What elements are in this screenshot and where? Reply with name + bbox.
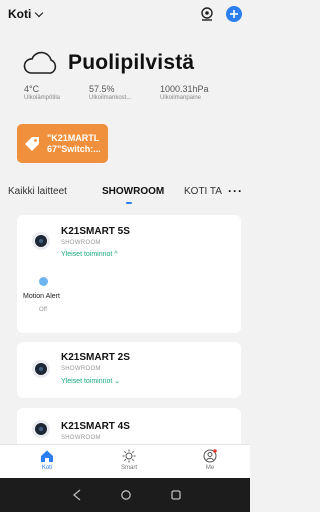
weather-condition: Puolipilvistä bbox=[68, 51, 195, 74]
back-icon[interactable] bbox=[72, 489, 82, 501]
bottom-navigation: Koti Smart Me bbox=[0, 444, 250, 478]
nav-smart-label: Smart bbox=[120, 465, 137, 471]
nav-me-label: Me bbox=[205, 465, 215, 471]
device-functions-toggle[interactable]: Yleiset toiminnot ⌄ bbox=[61, 377, 120, 385]
nav-home[interactable]: Koti bbox=[27, 449, 67, 471]
active-tab-indicator bbox=[126, 202, 132, 204]
outdoor-pressure: 1000.31hPa Ulkoilmanpaine bbox=[160, 84, 209, 101]
home-selector[interactable]: Koti bbox=[8, 7, 44, 21]
camera-icon bbox=[32, 420, 50, 438]
device-name: K21SMART 4S bbox=[61, 421, 130, 432]
device-card-k21smart-4s[interactable]: K21SMART 4S SHOWROOM bbox=[17, 408, 241, 444]
room-tabs: Kaikki laitteet SHOWROOM KOTI TA ··· bbox=[0, 184, 250, 204]
tag-icon bbox=[25, 136, 39, 151]
chevron-down-icon bbox=[35, 8, 44, 17]
more-tabs-button[interactable]: ··· bbox=[228, 184, 243, 198]
camera-icon bbox=[32, 360, 50, 378]
home-icon bbox=[41, 450, 53, 462]
device-room: SHOWROOM bbox=[61, 366, 101, 372]
tab-koti-ta[interactable]: KOTI TA bbox=[184, 186, 222, 197]
device-room: SHOWROOM bbox=[61, 435, 101, 441]
nav-home-label: Koti bbox=[41, 465, 53, 471]
scan-icon[interactable] bbox=[199, 6, 215, 22]
scene-card[interactable]: "K21MARTL 67"Switch:... bbox=[17, 124, 108, 163]
tab-showroom[interactable]: SHOWROOM bbox=[102, 186, 164, 197]
nav-me[interactable]: Me bbox=[190, 449, 230, 471]
system-home-icon[interactable] bbox=[121, 490, 131, 500]
sun-icon bbox=[122, 449, 136, 463]
device-name: K21SMART 2S bbox=[61, 352, 130, 363]
system-navigation-bar bbox=[0, 478, 250, 512]
device-room: SHOWROOM bbox=[61, 240, 101, 246]
device-card-k21smart-2s[interactable]: K21SMART 2S SHOWROOM Yleiset toiminnot ⌄ bbox=[17, 342, 241, 398]
motion-alert-value: Off bbox=[39, 307, 47, 313]
device-functions-toggle[interactable]: Yleiset toiminnot ^ bbox=[61, 251, 118, 258]
add-device-icon[interactable] bbox=[226, 6, 242, 22]
tab-all-devices[interactable]: Kaikki laitteet bbox=[8, 186, 67, 197]
recents-icon[interactable] bbox=[171, 490, 181, 500]
device-card-k21smart-5s[interactable]: K21SMART 5S SHOWROOM Yleiset toiminnot ^… bbox=[17, 215, 241, 333]
cloud-icon bbox=[23, 51, 57, 74]
nav-smart[interactable]: Smart bbox=[109, 449, 149, 471]
scene-title: "K21MARTL 67"Switch:... bbox=[47, 132, 101, 154]
device-name: K21SMART 5S bbox=[61, 226, 130, 237]
camera-icon bbox=[32, 232, 50, 250]
profile-icon bbox=[203, 449, 217, 463]
outdoor-temperature: 4°C Ulkolämpötila bbox=[24, 84, 61, 101]
home-name: Koti bbox=[8, 7, 32, 21]
outdoor-humidity: 57.5% Ulkoilmankost... bbox=[89, 84, 132, 101]
motion-alert-label: Motion Alert bbox=[23, 293, 60, 300]
motion-alert-icon[interactable] bbox=[39, 277, 48, 286]
